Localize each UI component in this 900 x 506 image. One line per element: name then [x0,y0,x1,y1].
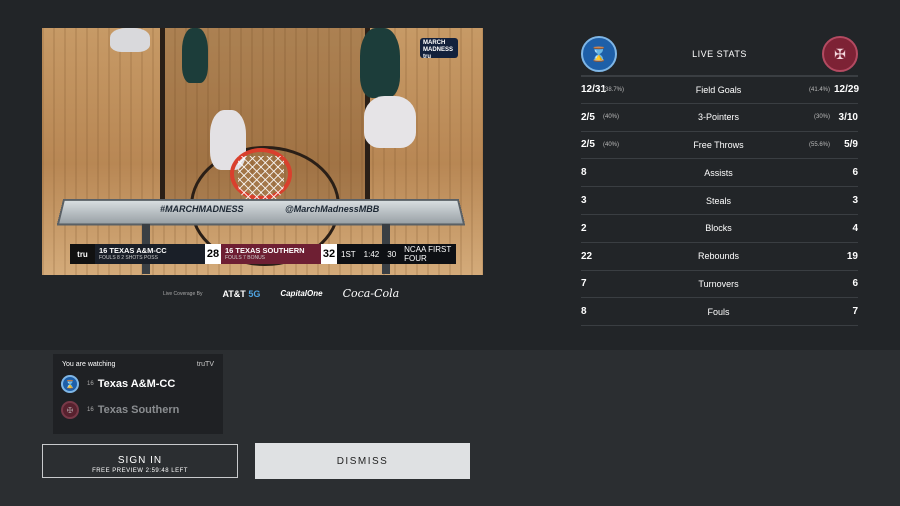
scorebug-team-a-score: 28 [205,244,221,264]
scorebug-team-b: 16 TEXAS SOUTHERN FOULS 7 BONUS [221,244,321,264]
stat-row: 3 Steals 3 [581,187,858,215]
sponsor-bar: Live Coverage By AT&T 5G CapitalOne Coca… [163,287,399,300]
stat-label: Free Throws [693,139,744,150]
now-watching-team-a: ⌛ 16 Texas A&M-CC [53,372,223,396]
team-a-logo-icon: ⌛ [581,36,617,72]
stat-label: Field Goals [695,84,742,95]
scorebug-clock: 1ST 1:42 30 NCAA FIRST FOUR [337,244,456,264]
stat-label: Steals [705,195,731,206]
scorebug-team-a: 16 TEXAS A&M-CC FOULS 8 2 SHOTS POSS [95,244,205,264]
stat-team-b-pct: (55.6%) [808,141,830,148]
stat-team-b-pct: (30%) [813,114,830,121]
march-madness-logo: MARCH MADNESS tru [420,38,458,60]
stream-area: #MARCHMADNESS @MarchMadnessMBB MARCH MAD… [0,0,900,350]
stat-label: Rebounds [697,251,740,262]
backboard-handle: @MarchMadnessMBB [285,204,380,214]
stat-team-b-value: 12/29 [834,84,860,96]
stat-team-a-value: 7 [581,278,587,290]
att-5g-text: 5G [248,288,261,299]
player [360,28,400,98]
now-watching-card: You are watching truTV ⌛ 16 Texas A&M-CC… [53,354,223,434]
att-text: AT&T [222,288,246,299]
scorebug-team-b-sub: FOULS 7 BONUS [225,255,266,261]
scorebug: tru 16 TEXAS A&M-CC FOULS 8 2 SHOTS POSS… [70,244,456,264]
free-preview-label: FREE PREVIEW 2:59:48 LEFT [92,467,188,474]
stat-team-b-value: 3/10 [838,111,858,123]
scorebug-game-clock: 1:42 [363,249,380,259]
stat-team-a-value: 22 [581,250,593,262]
stat-team-a-value: 8 [581,167,587,179]
scorebug-period: 1ST [341,249,356,259]
stat-team-a-pct: (40%) [603,141,620,148]
live-stats-title: LIVE STATS [692,49,747,59]
att-logo: AT&T 5G [222,289,260,299]
team-b-small-logo-icon: ✠ [61,401,79,419]
dismiss-button[interactable]: DISMISS [255,443,470,479]
sponsor-label: Live Coverage By [163,290,203,297]
stat-team-a-value: 2/5 [581,139,595,151]
stat-row: 2/5 (40%) Free Throws (55.6%) 5/9 [581,132,858,160]
team-b-seed: 16 [87,407,94,413]
scorebug-shot-clock: 30 [387,249,397,259]
scorebug-team-a-sub: FOULS 8 2 SHOTS POSS [99,255,158,261]
stat-row: 12/31 (38.7%) Field Goals (41.4%) 12/29 [581,76,860,104]
stat-row: 22 Rebounds 19 [581,243,858,271]
network-logo: tru [70,244,95,264]
sign-in-label: SIGN IN [117,454,163,466]
stat-label: Fouls [707,306,730,317]
stat-team-a-value: 8 [581,306,587,318]
now-watching-team-b: ✠ 16 Texas Southern [53,398,223,422]
coca-cola-logo: Coca-Cola [342,287,400,300]
team-a-seed: 16 [87,381,94,387]
scorebug-team-a-name: 16 TEXAS A&M-CC [99,246,167,255]
stat-row: 8 Fouls 7 [581,298,858,327]
team-b-logo-icon: ✠ [822,36,858,72]
stat-label: Blocks [705,223,732,234]
backboard-hashtag: #MARCHMADNESS [160,204,244,214]
stat-label: 3-Pointers [697,112,740,123]
scorebug-event: NCAA FIRST FOUR [404,245,452,263]
now-watching-network: truTV [196,361,214,368]
stat-team-b-value: 5/9 [844,139,858,151]
stats-table: 12/31 (38.7%) Field Goals (41.4%) 12/29 2/5 (4… [581,75,860,327]
now-watching-header: You are watching truTV [53,354,223,368]
stat-team-a-pct: (38.7%) [603,86,625,93]
capital-one-logo: CapitalOne [280,289,323,298]
stat-team-a-value: 12/31 [581,84,607,96]
stat-row: 2 Blocks 4 [581,215,858,243]
scorebug-team-b-score: 32 [321,244,337,264]
player [182,28,208,83]
sign-in-button[interactable]: SIGN IN FREE PREVIEW 2:59:48 LEFT [42,444,238,478]
stat-team-b-value: 6 [852,167,858,179]
team-a-name: Texas A&M-CC [97,378,176,390]
stat-label: Assists [704,167,733,178]
live-stats-panel: ⌛ LIVE STATS ✠ 12/31 (38.7%) Field Goals (4… [581,33,860,327]
stat-team-a-pct: (40%) [603,114,620,121]
stat-row: 8 Assists 6 [581,159,858,188]
stat-team-b-value: 4 [852,222,858,234]
stat-team-b-value: 6 [852,278,858,290]
stat-team-b-value: 3 [852,195,858,207]
player [110,28,150,52]
stat-team-a-value: 2/5 [581,111,595,123]
scorebug-team-b-name: 16 TEXAS SOUTHERN [225,246,305,255]
basketball-net [238,156,284,204]
now-watching-title: You are watching [62,361,116,368]
stat-team-b-value: 19 [846,250,858,262]
stat-team-b-pct: (41.4%) [808,86,830,93]
stat-team-a-value: 2 [581,222,587,234]
stat-row: 7 Turnovers 6 [581,271,858,299]
stat-team-a-value: 3 [581,195,587,207]
live-stats-header: ⌛ LIVE STATS ✠ [581,33,858,75]
team-b-name: Texas Southern [97,404,180,416]
backboard [56,199,466,226]
team-a-small-logo-icon: ⌛ [61,375,79,393]
stat-team-b-value: 7 [852,306,858,318]
stat-label: Turnovers [698,278,739,289]
video-player[interactable]: #MARCHMADNESS @MarchMadnessMBB MARCH MAD… [42,28,483,275]
stat-row: 2/5 (40%) 3-Pointers (30%) 3/10 [581,104,858,132]
player [364,96,416,148]
